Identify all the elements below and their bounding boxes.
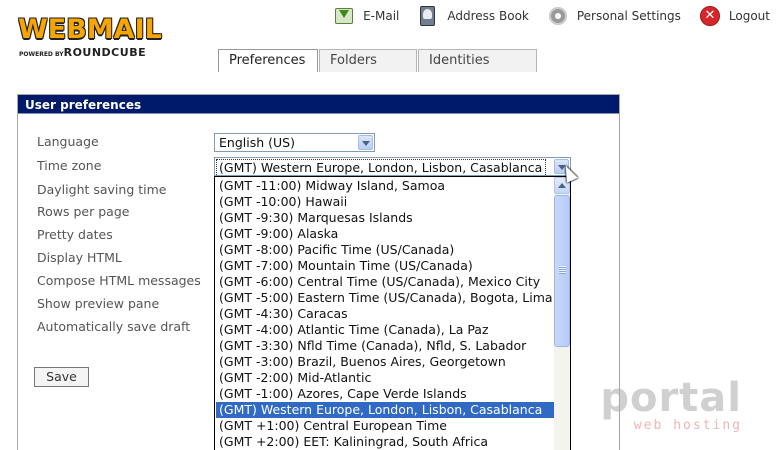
label-autosave-draft: Automatically save draft (37, 319, 191, 334)
chevron-down-icon[interactable] (358, 135, 373, 150)
tab-folders[interactable]: Folders (319, 49, 417, 72)
timezone-option[interactable]: (GMT -6:00) Central Time (US/Canada), Me… (216, 274, 554, 290)
watermark-main: portal (600, 375, 742, 421)
timezone-option[interactable]: (GMT -9:00) Alaska (216, 226, 554, 242)
timezone-option[interactable]: (GMT -9:30) Marquesas Islands (216, 210, 554, 226)
timezone-dropdown-list[interactable]: (GMT -11:00) Midway Island, Samoa (GMT -1… (214, 176, 571, 450)
timezone-option[interactable]: (GMT -10:00) Hawaii (216, 194, 554, 210)
label-pretty-dates: Pretty dates (37, 227, 113, 242)
webmail-logo: WEBMAIL POWERED BYROUNDCUBE (18, 15, 188, 61)
top-navigation: E-Mail Address Book Personal Settings ✕ … (315, 4, 770, 28)
label-time-zone: Time zone (37, 158, 102, 173)
email-icon (333, 5, 355, 27)
timezone-options: (GMT -11:00) Midway Island, Samoa (GMT -1… (216, 178, 554, 450)
address-book-link[interactable]: Address Book (417, 5, 529, 27)
timezone-option[interactable]: (GMT -3:30) Nfld Time (Canada), Nfld, S.… (216, 338, 554, 354)
logout-icon: ✕ (699, 5, 721, 27)
language-select-value: English (US) (219, 135, 295, 150)
timezone-option[interactable]: (GMT -7:00) Mountain Time (US/Canada) (216, 258, 554, 274)
logo-powered-small: POWERED BY (19, 51, 64, 58)
timezone-option[interactable]: (GMT +2:00) EET: Kaliningrad, South Afri… (216, 434, 554, 450)
language-select[interactable]: English (US) (214, 133, 375, 152)
portal-watermark: portal web hosting (600, 378, 742, 434)
timezone-option[interactable]: (GMT -8:00) Pacific Time (US/Canada) (216, 242, 554, 258)
label-rows-per-page: Rows per page (37, 204, 130, 219)
address-book-icon (417, 5, 439, 27)
gear-icon (547, 5, 569, 27)
label-display-html: Display HTML (37, 250, 122, 265)
logo-powered-brand: ROUNDCUBE (63, 46, 147, 59)
timezone-option[interactable]: (GMT -3:00) Brazil, Buenos Aires, George… (216, 354, 554, 370)
timezone-option[interactable]: (GMT -1:00) Azores, Cape Verde Islands (216, 386, 554, 402)
timezone-select[interactable]: (GMT) Western Europe, London, Lisbon, Ca… (214, 157, 571, 176)
timezone-option[interactable]: (GMT -11:00) Midway Island, Samoa (216, 178, 554, 194)
timezone-option[interactable]: (GMT -4:30) Caracas (216, 306, 554, 322)
logo-title: WEBMAIL (18, 14, 162, 45)
personal-settings-link[interactable]: Personal Settings (547, 5, 681, 27)
timezone-option[interactable]: (GMT +1:00) Central European Time (216, 418, 554, 434)
address-book-link-label: Address Book (447, 9, 529, 23)
panel-header: User preferences (18, 95, 619, 114)
label-daylight-saving: Daylight saving time (37, 182, 167, 197)
tab-identities[interactable]: Identities (418, 49, 537, 72)
tab-preferences[interactable]: Preferences (218, 49, 318, 72)
logo-powered-by: POWERED BYROUNDCUBE (19, 46, 146, 59)
settings-tabs: Preferences Folders Identities (218, 49, 538, 72)
email-link[interactable]: E-Mail (333, 5, 399, 27)
save-button[interactable]: Save (34, 367, 89, 387)
dropdown-scrollbar[interactable] (554, 177, 570, 450)
personal-settings-link-label: Personal Settings (576, 9, 681, 23)
email-link-label: E-Mail (363, 9, 400, 23)
timezone-option[interactable]: (GMT -2:00) Mid-Atlantic (216, 370, 554, 386)
label-language: Language (37, 134, 99, 149)
timezone-option[interactable]: (GMT -4:00) Atlantic Time (Canada), La P… (216, 322, 554, 338)
scrollbar-thumb[interactable] (554, 195, 570, 347)
timezone-select-value: (GMT) Western Europe, London, Lisbon, Ca… (216, 159, 546, 175)
timezone-option[interactable]: (GMT) Western Europe, London, Lisbon, Ca… (216, 402, 554, 418)
label-compose-html: Compose HTML messages (37, 273, 201, 288)
label-preview-pane: Show preview pane (37, 296, 160, 311)
timezone-option[interactable]: (GMT -5:00) Eastern Time (US/Canada), Bo… (216, 290, 554, 306)
logout-link[interactable]: ✕ Logout (699, 5, 770, 27)
logout-link-label: Logout (728, 9, 770, 23)
